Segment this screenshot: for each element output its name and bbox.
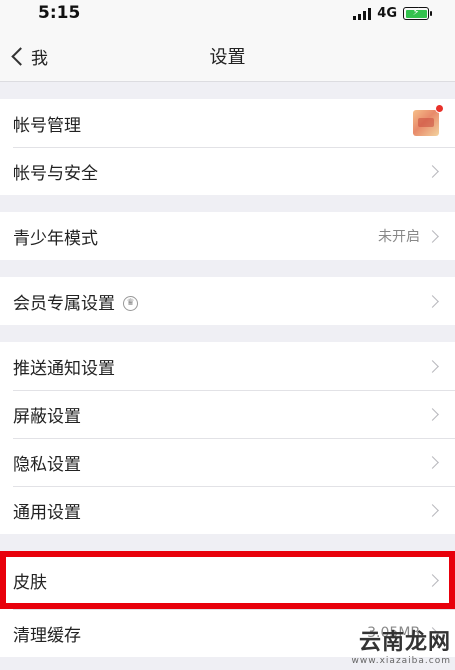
general-settings-item[interactable]: 通用设置 [0,486,455,534]
account-security-item[interactable]: 帐号与安全 [0,147,455,195]
chevron-right-icon [426,455,439,469]
chevron-right-icon [426,359,439,373]
member-settings-label: 会员专属设置 [13,293,115,314]
teen-group: 青少年模式 未开启 [0,212,455,260]
status-time: 5:15 [38,3,81,23]
page-title: 设置 [209,47,246,68]
network-type: 4G [377,6,397,21]
member-group: 会员专属设置 ♛ [0,277,455,325]
cache-size: 3.05MB [367,625,420,641]
misc-group: 皮肤 清理缓存 3.05MB [0,551,455,657]
crown-icon: ♛ [123,296,138,311]
preferences-group: 推送通知设置 屏蔽设置 隐私设置 通用设置 [0,342,455,534]
navigation-bar: 我 设置 [0,30,455,82]
skin-label: 皮肤 [13,572,47,593]
skin-item[interactable]: 皮肤 [0,551,455,609]
account-group: 帐号管理 帐号与安全 [0,99,455,195]
push-notification-item[interactable]: 推送通知设置 [0,342,455,390]
general-settings-label: 通用设置 [13,502,81,523]
status-bar: 5:15 4G ⚡ [0,0,455,30]
block-settings-label: 屏蔽设置 [13,406,81,427]
member-settings-item[interactable]: 会员专属设置 ♛ [0,277,455,325]
notification-dot [435,104,444,113]
block-settings-item[interactable]: 屏蔽设置 [0,390,455,438]
watermark-url: www.xiazaiba.com [351,656,451,666]
chevron-right-icon [426,626,439,640]
chevron-right-icon [426,229,439,243]
status-icons: 4G ⚡ [353,6,432,21]
push-notification-label: 推送通知设置 [13,358,115,379]
teen-mode-status: 未开启 [378,229,420,245]
battery-icon: ⚡ [403,7,432,20]
avatar [413,104,444,136]
privacy-settings-item[interactable]: 隐私设置 [0,438,455,486]
chevron-right-icon [426,294,439,308]
chevron-right-icon [426,407,439,421]
signal-icon [353,7,372,20]
teen-mode-item[interactable]: 青少年模式 未开启 [0,212,455,260]
account-management-label: 帐号管理 [13,115,81,136]
clear-cache-label: 清理缓存 [13,625,81,646]
account-management-item[interactable]: 帐号管理 [0,99,455,147]
clear-cache-item[interactable]: 清理缓存 3.05MB [0,609,455,657]
account-security-label: 帐号与安全 [13,163,98,184]
chevron-right-icon [426,164,439,178]
privacy-settings-label: 隐私设置 [13,454,81,475]
chevron-right-icon [426,573,439,587]
teen-mode-label: 青少年模式 [13,228,98,249]
chevron-right-icon [426,503,439,517]
